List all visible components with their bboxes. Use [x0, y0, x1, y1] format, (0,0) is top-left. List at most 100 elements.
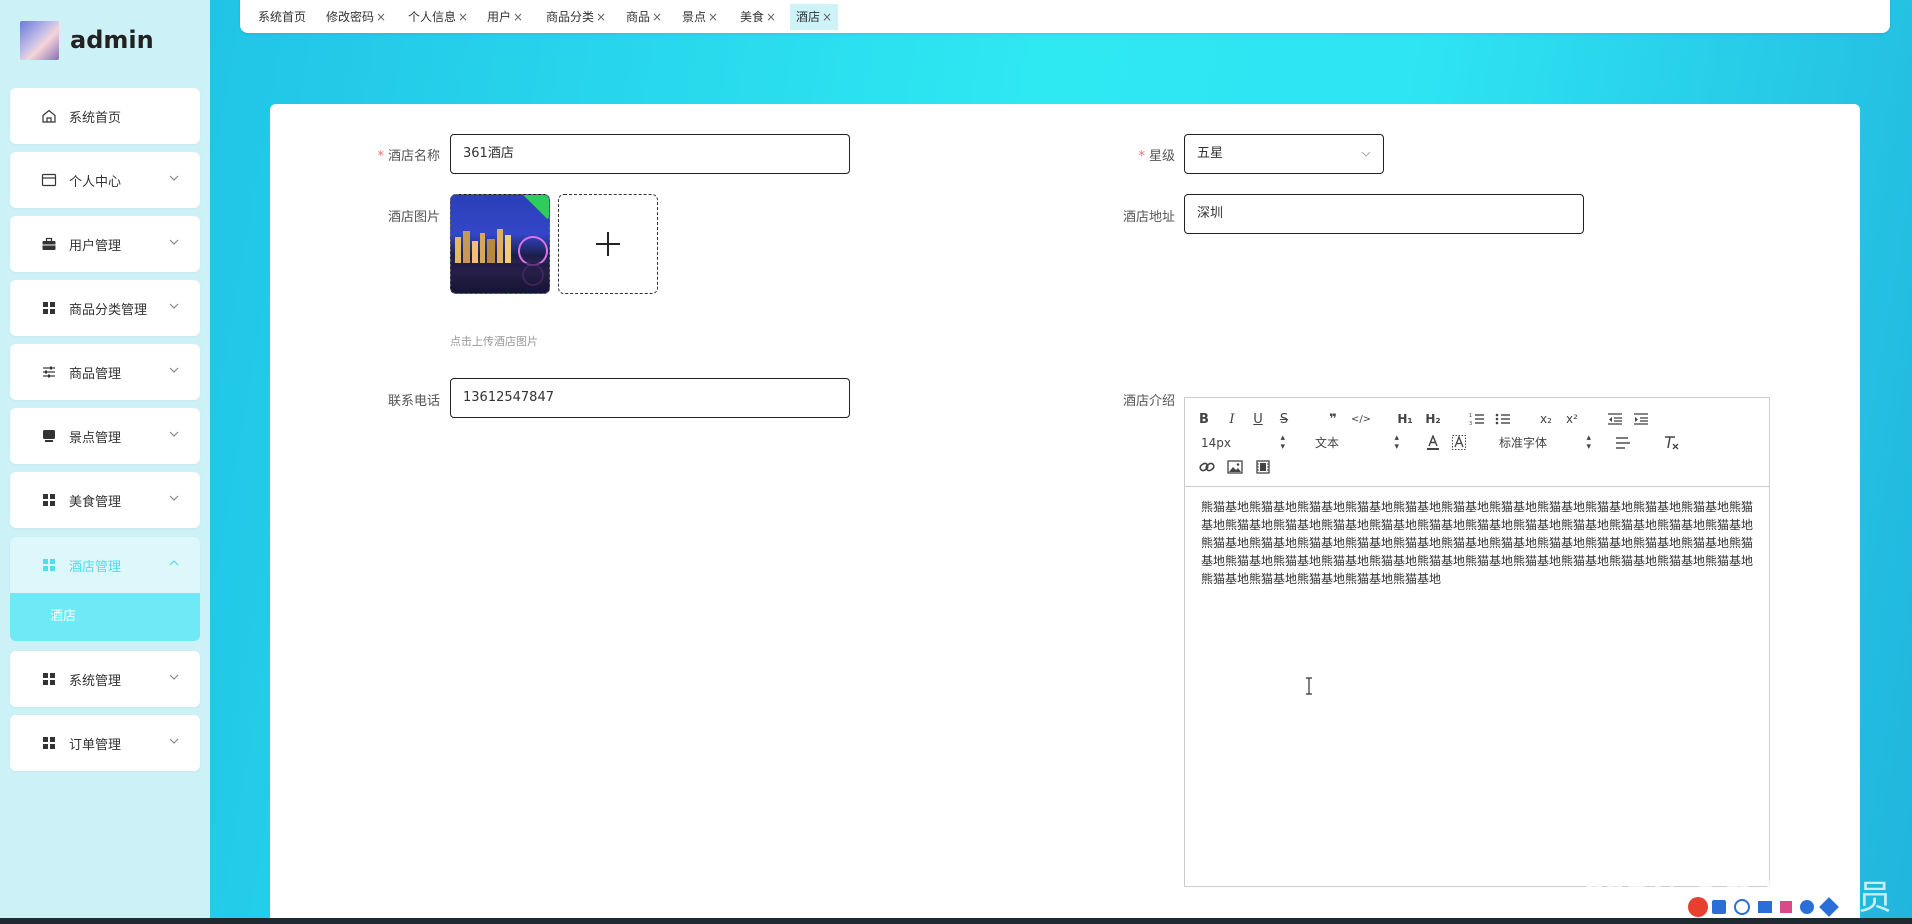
heading2-icon[interactable]: H₂ [1423, 410, 1443, 428]
tab-goods[interactable]: 商品 × [620, 4, 668, 30]
block-format-select[interactable]: 文本 ▴ ▾ [1315, 434, 1399, 452]
sidebar-item-orders[interactable]: 订单管理 [10, 715, 200, 771]
superscript-icon[interactable]: x² [1563, 410, 1581, 428]
editor-toolbar: B I U S ❞ </> H₁ H₂ 13 x₂ x² 14px ▴ ▾ 文本 … [1185, 398, 1769, 487]
sidebar-item-home[interactable]: 系统首页 [10, 88, 200, 144]
strikethrough-icon[interactable]: S [1277, 410, 1291, 428]
tab-home[interactable]: 系统首页 [252, 4, 312, 30]
sidebar-item-label: 美食管理 [69, 494, 122, 510]
close-icon[interactable]: × [652, 10, 662, 24]
italic-icon[interactable]: I [1225, 410, 1239, 428]
bullet-list-icon[interactable] [1495, 410, 1511, 428]
chevron-down-icon [169, 495, 179, 501]
home-icon [41, 108, 57, 124]
grid-icon [41, 557, 57, 573]
settings-icon[interactable] [1819, 897, 1839, 917]
close-icon[interactable]: × [822, 10, 832, 24]
close-icon[interactable]: × [708, 10, 718, 24]
sidebar-item-label: 景点管理 [69, 430, 122, 446]
sidebar: admin 系统首页 个人中心 用户管理 商品分类管理 商品管理 景点管理 美食… [0, 0, 210, 924]
bold-icon[interactable]: B [1197, 410, 1211, 428]
tab-category[interactable]: 商品分类 × [540, 4, 612, 30]
close-icon[interactable]: × [513, 10, 523, 24]
sidebar-item-personal[interactable]: 个人中心 [10, 152, 200, 208]
ime-icon[interactable] [1712, 900, 1726, 914]
phone-label: 联系电话 [387, 394, 440, 409]
hotel-name-input[interactable]: 361酒店 [450, 134, 850, 174]
image-upload-button[interactable] [558, 194, 658, 294]
font-family-select[interactable]: 标准字体 ▴ ▾ [1499, 434, 1591, 452]
sidebar-item-users[interactable]: 用户管理 [10, 216, 200, 272]
skin-icon[interactable] [1780, 901, 1792, 913]
subscript-icon[interactable]: x₂ [1537, 410, 1555, 428]
code-icon[interactable]: </> [1351, 410, 1371, 428]
image-icon[interactable] [1227, 458, 1243, 476]
tab-users[interactable]: 用户 × [481, 4, 529, 30]
address-input[interactable]: 深圳 [1184, 194, 1584, 234]
submenu-item-hotel[interactable]: 酒店 [10, 593, 200, 641]
close-icon[interactable]: × [766, 10, 776, 24]
clear-format-icon[interactable] [1663, 434, 1681, 452]
close-icon[interactable]: × [376, 10, 386, 24]
video-icon[interactable] [1255, 458, 1271, 476]
close-icon[interactable]: × [458, 10, 468, 24]
sidebar-item-system[interactable]: 系统管理 [10, 651, 200, 707]
tab-profile[interactable]: 个人信息 × [402, 4, 474, 30]
tab-change-password[interactable]: 修改密码 × [320, 4, 392, 30]
sidebar-item-label: 酒店管理 [69, 559, 122, 575]
ordered-list-icon[interactable]: 13 [1469, 410, 1485, 428]
tab-label: 修改密码 [326, 10, 375, 24]
hotel-name-label: * 酒店名称 [377, 149, 440, 164]
grid-icon [41, 735, 57, 751]
avatar[interactable] [20, 20, 59, 60]
link-icon[interactable] [1199, 458, 1215, 476]
chevron-down-icon [169, 674, 179, 680]
tab-hotel[interactable]: 酒店 × [790, 4, 839, 30]
hotel-image-thumbnail[interactable] [450, 194, 550, 294]
sidebar-item-goods[interactable]: 商品管理 [10, 344, 200, 400]
tab-label: 景点 [682, 10, 707, 24]
tab-food[interactable]: 美食 × [734, 4, 782, 30]
sidebar-item-scenic[interactable]: 景点管理 [10, 408, 200, 464]
chevron-up-icon [169, 560, 179, 566]
star-select[interactable]: 五星 [1184, 134, 1384, 174]
tab-label: 系统首页 [258, 10, 307, 24]
underline-icon[interactable]: U [1251, 410, 1265, 428]
tabs-bar: 系统首页 修改密码 × 个人信息 × 用户 × 商品分类 × 商品 × 景点 × 美食 × 酒… [240, 0, 1890, 33]
phone-input[interactable]: 13612547847 [450, 378, 850, 418]
align-icon[interactable] [1615, 434, 1631, 452]
chevron-down-icon [169, 431, 179, 437]
sidebar-item-label: 商品管理 [69, 366, 122, 382]
heading1-icon[interactable]: H₁ [1395, 410, 1415, 428]
hotel-image-label: 酒店图片 [387, 210, 440, 225]
sidebar-item-label: 用户管理 [69, 238, 122, 254]
card-icon [41, 172, 57, 188]
font-color-icon[interactable] [1425, 434, 1441, 452]
user-icon[interactable] [1800, 900, 1814, 914]
close-icon[interactable]: × [596, 10, 606, 24]
sidebar-item-hotel[interactable]: 酒店管理 [10, 537, 200, 593]
ime-logo-icon[interactable] [1688, 897, 1708, 917]
sidebar-item-category[interactable]: 商品分类管理 [10, 280, 200, 336]
briefcase-icon [41, 236, 57, 252]
sliders-icon [41, 364, 57, 380]
chevron-down-icon [169, 738, 179, 744]
taskbar [0, 918, 1912, 924]
outdent-icon[interactable] [1607, 410, 1623, 428]
mic-icon[interactable] [1734, 899, 1750, 915]
keyboard-icon[interactable] [1758, 901, 1772, 913]
sidebar-item-food[interactable]: 美食管理 [10, 472, 200, 528]
tab-label: 个人信息 [408, 10, 457, 24]
star-label: * 星级 [1138, 149, 1175, 164]
svg-text:3: 3 [1469, 421, 1472, 426]
font-size-select[interactable]: 14px ▴ ▾ [1201, 434, 1285, 452]
tab-scenic[interactable]: 景点 × [676, 4, 724, 30]
sidebar-item-label: 个人中心 [69, 174, 122, 190]
indent-icon[interactable] [1633, 410, 1649, 428]
sidebar-item-label: 系统管理 [69, 673, 122, 689]
background-color-icon[interactable] [1451, 434, 1467, 452]
plus-icon [596, 232, 620, 256]
chevron-down-icon [1361, 151, 1371, 157]
editor-content[interactable]: 熊猫基地熊猫基地熊猫基地熊猫基地熊猫基地熊猫基地熊猫基地熊猫基地熊猫基地熊猫基地… [1201, 498, 1753, 588]
blockquote-icon[interactable]: ❞ [1325, 410, 1341, 428]
